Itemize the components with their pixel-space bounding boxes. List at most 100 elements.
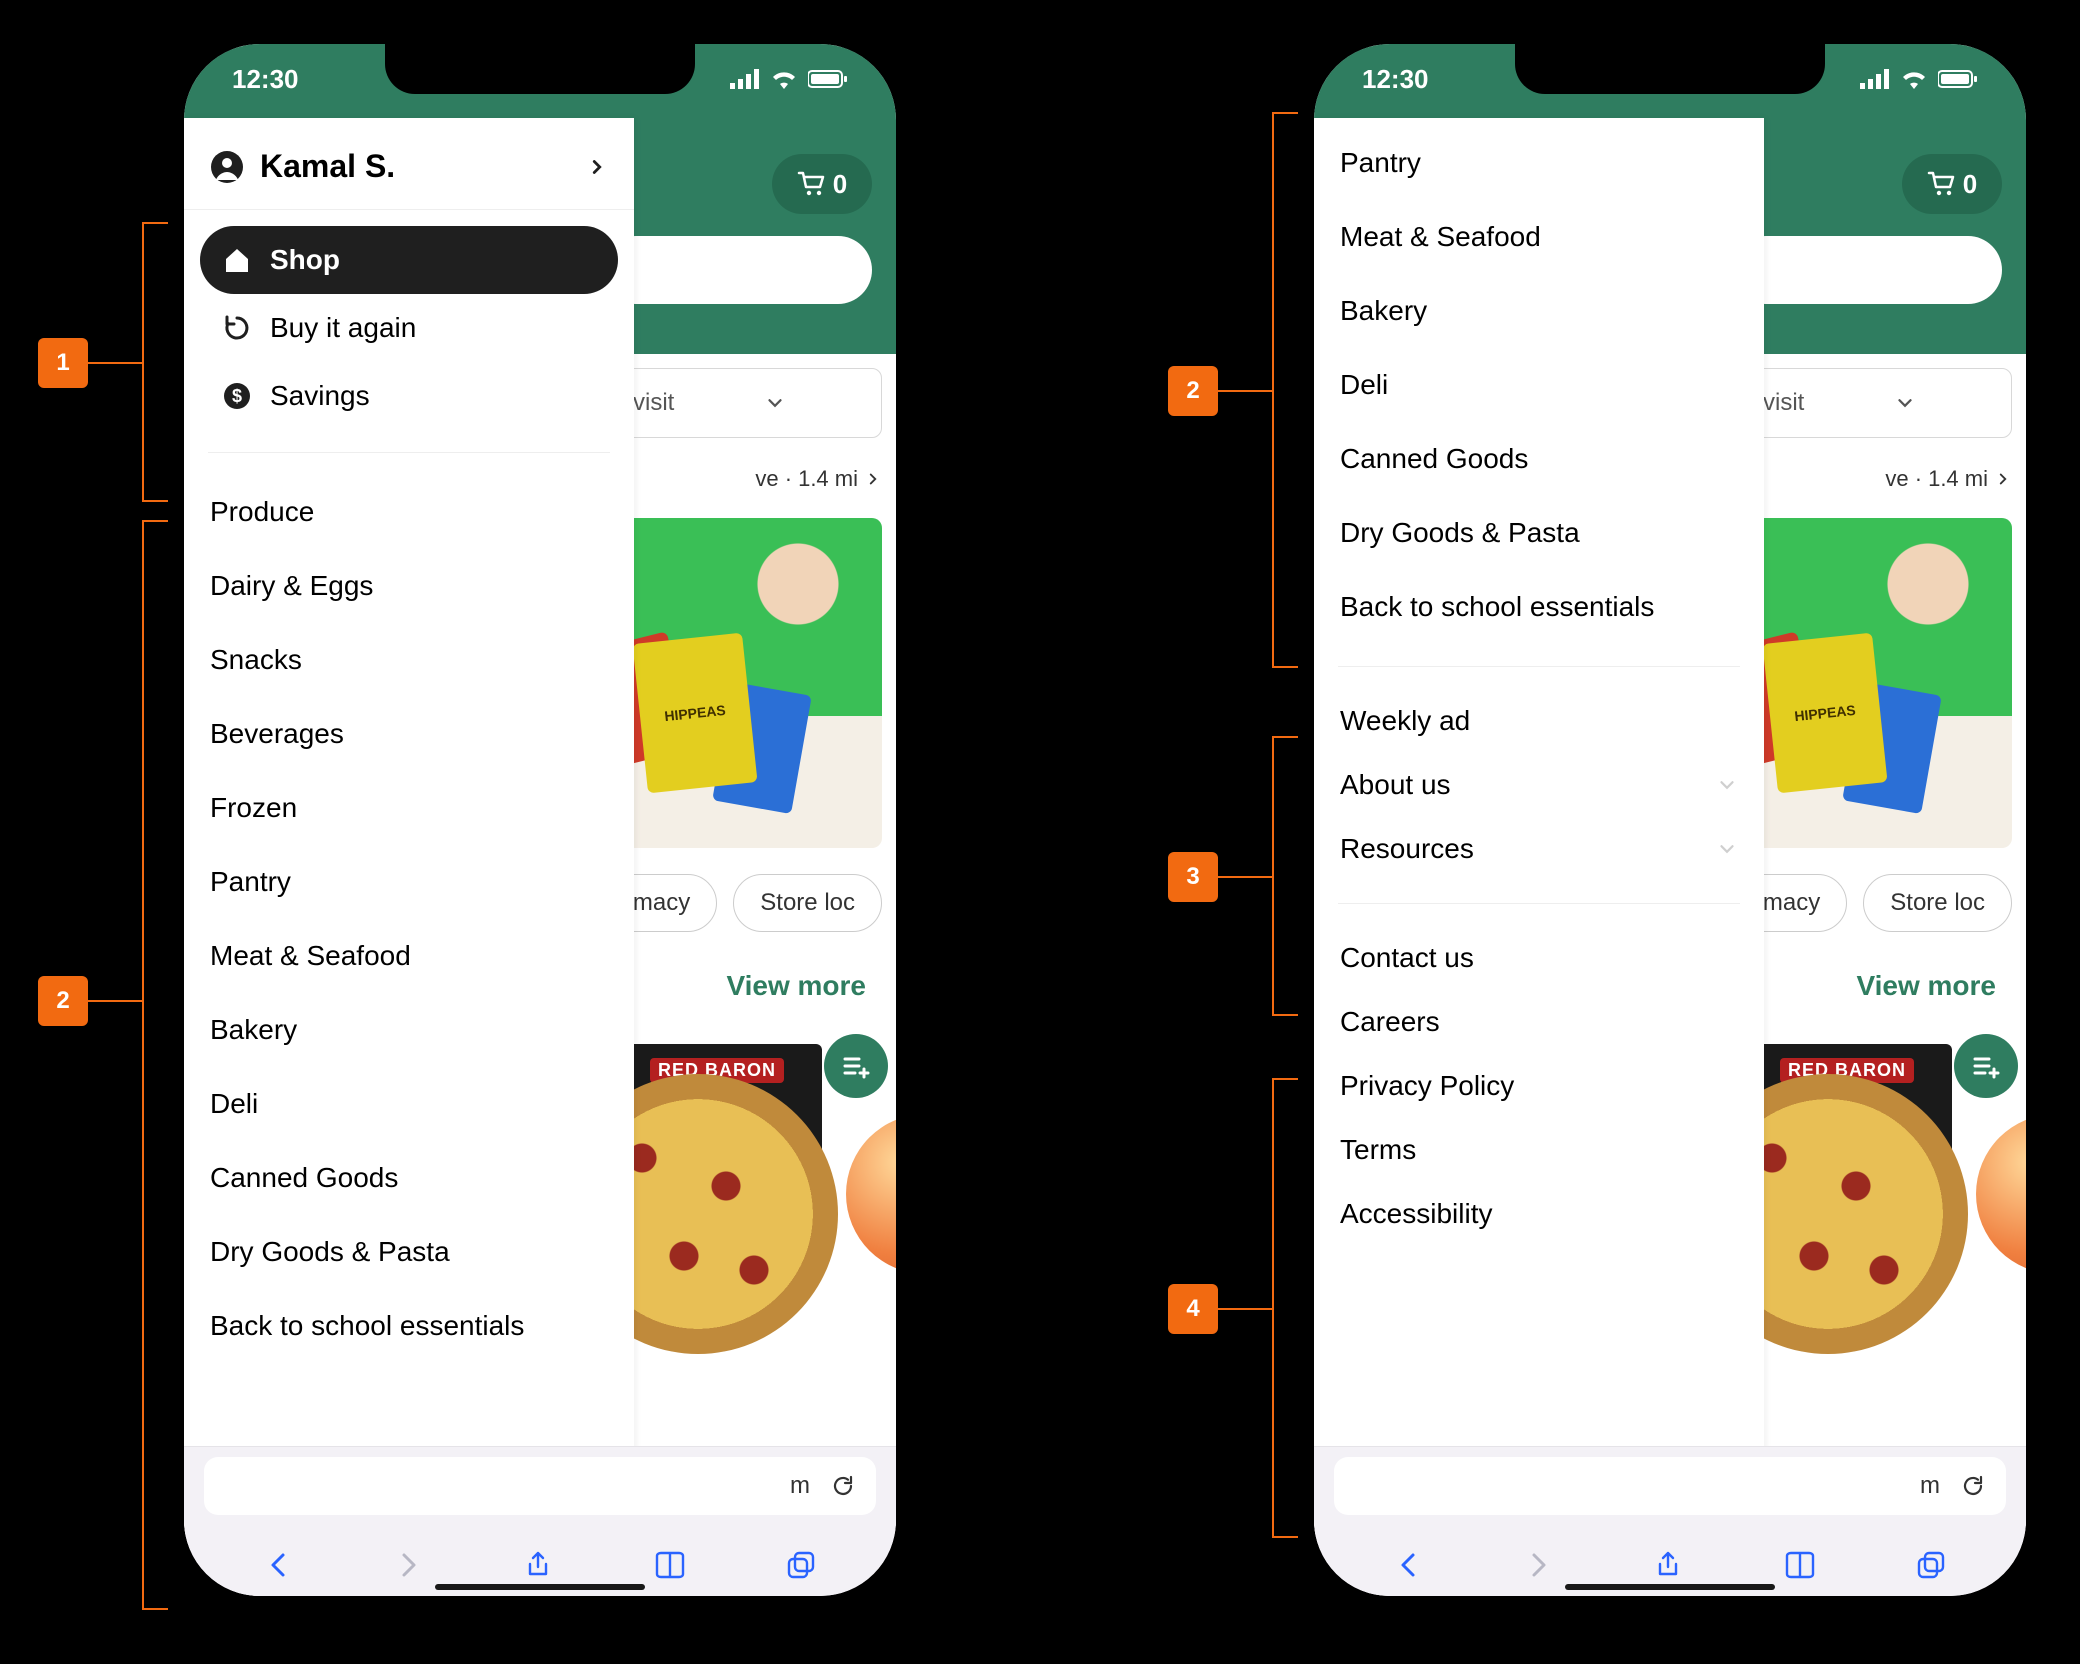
cat-back-to-school[interactable]: Back to school essentials bbox=[1314, 570, 1764, 644]
cat-bakery[interactable]: Bakery bbox=[1314, 274, 1764, 348]
add-to-list-button[interactable] bbox=[1954, 1034, 2018, 1098]
annotation-marker-4: 4 bbox=[1168, 1284, 1218, 1334]
list-add-icon bbox=[1971, 1051, 2001, 1081]
nav-buy-it-again[interactable]: Buy it again bbox=[184, 294, 634, 362]
cart-count: 0 bbox=[833, 169, 847, 200]
nav-shop[interactable]: Shop bbox=[200, 226, 618, 294]
cat-back-to-school[interactable]: Back to school essentials bbox=[184, 1289, 634, 1363]
reload-icon[interactable] bbox=[1960, 1473, 1986, 1499]
wifi-icon bbox=[770, 69, 798, 89]
home-indicator bbox=[435, 1584, 645, 1590]
link-privacy-policy[interactable]: Privacy Policy bbox=[1314, 1054, 1764, 1118]
cat-pantry[interactable]: Pantry bbox=[184, 845, 634, 919]
cat-dry-goods-pasta[interactable]: Dry Goods & Pasta bbox=[184, 1215, 634, 1289]
cat-meat-seafood[interactable]: Meat & Seafood bbox=[1314, 200, 1764, 274]
annotation-bracket-4 bbox=[1272, 1078, 1274, 1538]
search-input[interactable] bbox=[1732, 236, 2002, 304]
phone-mockup-right: 12:30 0 visit bbox=[1300, 30, 2040, 1610]
chip-store-locator[interactable]: Store loc bbox=[733, 874, 882, 932]
url-bar[interactable]: m bbox=[1334, 1457, 2006, 1515]
fulfillment-selector[interactable]: visit bbox=[612, 368, 882, 438]
cat-deli[interactable]: Deli bbox=[1314, 348, 1764, 422]
tabs-icon[interactable] bbox=[786, 1550, 816, 1580]
chip-store-locator[interactable]: Store loc bbox=[1863, 874, 2012, 932]
cart-button[interactable]: 0 bbox=[772, 154, 872, 214]
user-name: Kamal S. bbox=[260, 148, 570, 185]
device-notch bbox=[385, 42, 695, 94]
bookmarks-icon[interactable] bbox=[1783, 1550, 1817, 1580]
search-input[interactable] bbox=[602, 236, 872, 304]
cat-canned-goods[interactable]: Canned Goods bbox=[1314, 422, 1764, 496]
list-add-icon bbox=[841, 1051, 871, 1081]
link-contact-us[interactable]: Contact us bbox=[1314, 926, 1764, 990]
view-more-link[interactable]: View more bbox=[1856, 970, 1996, 1002]
divider bbox=[1338, 666, 1740, 667]
back-icon[interactable] bbox=[264, 1550, 294, 1580]
link-resources[interactable]: Resources bbox=[1314, 817, 1764, 881]
share-icon[interactable] bbox=[523, 1550, 553, 1580]
status-time: 12:30 bbox=[1362, 64, 1429, 95]
store-distance[interactable]: ve · 1.4 mi bbox=[755, 466, 882, 492]
cat-snacks[interactable]: Snacks bbox=[184, 623, 634, 697]
home-icon bbox=[222, 245, 252, 275]
cat-bakery[interactable]: Bakery bbox=[184, 993, 634, 1067]
back-icon[interactable] bbox=[1394, 1550, 1424, 1580]
link-careers[interactable]: Careers bbox=[1314, 990, 1764, 1054]
cat-pantry[interactable]: Pantry bbox=[1314, 126, 1764, 200]
forward-icon[interactable] bbox=[1523, 1550, 1553, 1580]
annotation-bracket-2-right bbox=[1272, 112, 1274, 668]
annotation-marker-2-right: 2 bbox=[1168, 366, 1218, 416]
chevron-down-icon bbox=[764, 392, 786, 414]
add-to-list-button[interactable] bbox=[824, 1034, 888, 1098]
chevron-down-icon bbox=[1716, 774, 1738, 796]
reload-icon[interactable] bbox=[830, 1473, 856, 1499]
annotation-bracket-1 bbox=[142, 222, 144, 502]
device-notch bbox=[1515, 42, 1825, 94]
bookmarks-icon[interactable] bbox=[653, 1550, 687, 1580]
product-card[interactable]: RED BARON DEEP DISH Singles PEPPERONI PI… bbox=[598, 1044, 882, 1314]
nav-drawer-scrolled: Pantry Meat & Seafood Bakery Deli Canned… bbox=[1314, 118, 1764, 1596]
cat-produce[interactable]: Produce bbox=[184, 475, 634, 549]
share-icon[interactable] bbox=[1653, 1550, 1683, 1580]
user-icon bbox=[210, 150, 244, 184]
chevron-down-icon bbox=[1716, 838, 1738, 860]
annotation-bracket-3 bbox=[1272, 736, 1274, 1016]
link-accessibility[interactable]: Accessibility bbox=[1314, 1182, 1764, 1246]
signal-icon bbox=[730, 69, 760, 89]
cat-dry-goods-pasta[interactable]: Dry Goods & Pasta bbox=[1314, 496, 1764, 570]
user-account-row[interactable]: Kamal S. bbox=[184, 118, 634, 210]
hero-banner[interactable]: HIPPEAS bbox=[1732, 518, 2012, 848]
link-about-us[interactable]: About us bbox=[1314, 753, 1764, 817]
link-terms[interactable]: Terms bbox=[1314, 1118, 1764, 1182]
hero-banner[interactable]: HIPPEAS bbox=[602, 518, 882, 848]
chevron-right-icon bbox=[864, 470, 882, 488]
home-indicator bbox=[1565, 1584, 1775, 1590]
status-time: 12:30 bbox=[232, 64, 299, 95]
divider bbox=[1338, 903, 1740, 904]
forward-icon[interactable] bbox=[393, 1550, 423, 1580]
browser-toolbar: m bbox=[184, 1446, 896, 1596]
cat-canned-goods[interactable]: Canned Goods bbox=[184, 1141, 634, 1215]
battery-icon bbox=[1938, 69, 1978, 89]
link-weekly-ad[interactable]: Weekly ad bbox=[1314, 689, 1764, 753]
svg-text:$: $ bbox=[232, 386, 242, 406]
chevron-down-icon bbox=[1894, 392, 1916, 414]
visit-label: visit bbox=[633, 389, 674, 417]
cat-beverages[interactable]: Beverages bbox=[184, 697, 634, 771]
store-distance[interactable]: ve · 1.4 mi bbox=[1885, 466, 2012, 492]
cart-button[interactable]: 0 bbox=[1902, 154, 2002, 214]
annotation-bracket-2-left bbox=[142, 520, 144, 1610]
nav-savings[interactable]: $ Savings bbox=[184, 362, 634, 430]
tabs-icon[interactable] bbox=[1916, 1550, 1946, 1580]
wifi-icon bbox=[1900, 69, 1928, 89]
cat-dairy-eggs[interactable]: Dairy & Eggs bbox=[184, 549, 634, 623]
product-card[interactable]: RED BARON DEEP DISH Singles PEPPERONI PI… bbox=[1728, 1044, 2012, 1314]
url-bar[interactable]: m bbox=[204, 1457, 876, 1515]
cat-frozen[interactable]: Frozen bbox=[184, 771, 634, 845]
divider bbox=[208, 452, 610, 453]
fulfillment-selector[interactable]: visit bbox=[1742, 368, 2012, 438]
cat-meat-seafood[interactable]: Meat & Seafood bbox=[184, 919, 634, 993]
annotation-marker-2-left: 2 bbox=[38, 976, 88, 1026]
cat-deli[interactable]: Deli bbox=[184, 1067, 634, 1141]
view-more-link[interactable]: View more bbox=[726, 970, 866, 1002]
